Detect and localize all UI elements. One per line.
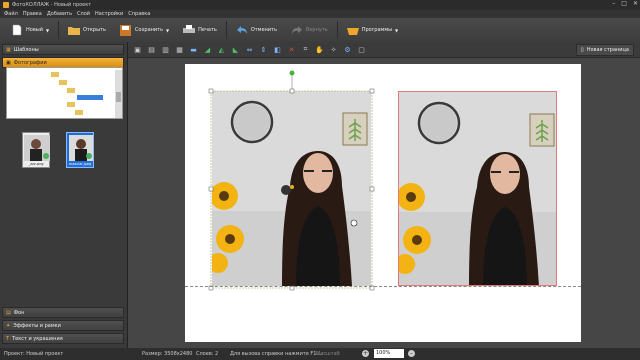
minimize-icon[interactable]: – [612,0,615,7]
photos-label: Фотографии [13,59,47,66]
photo-frame-right[interactable] [398,91,557,286]
backgrounds-header[interactable]: ▤ Фон [2,307,124,318]
folder-tree[interactable] [6,67,123,119]
mirror-icon[interactable]: ◧ [272,44,283,55]
status-size: Размер: 3508x2480 [142,351,193,357]
backgrounds-icon: ▤ [6,309,11,316]
collage-page[interactable] [185,64,581,342]
new-page-button[interactable]: ▯ Новая страница [575,44,634,56]
templates-label: Шаблоны [13,46,39,53]
save-icon [120,24,132,36]
effects-label: Эффекты и рамки [13,322,61,329]
photos-icon: ▣ [6,59,11,66]
triangle-right-icon[interactable]: ◣ [230,44,241,55]
edit-toolbar: ▣ ▤ ▥ ▦ ▬ ◢ ◭ ◣ ⇔ ⇕ ◧ ✕ ⌗ ✋ ✧ ⚙ ▢ ▯ Нова… [128,42,640,58]
layers-up-icon[interactable]: ▣ [132,44,143,55]
toolbar-divider [336,21,338,39]
window-title: ФотоКОЛЛАЖ - Новый проект [12,2,92,8]
text-icon: T [6,335,10,342]
programs-icon [346,24,359,36]
layer-front-icon[interactable]: ▥ [160,44,171,55]
print-button[interactable]: Печать [178,20,222,40]
crop-icon[interactable]: ⌗ [300,44,311,55]
open-button-label: Открыть [83,27,106,33]
print-button-label: Печать [198,27,217,33]
page-break-line [185,286,581,287]
redo-button[interactable]: Вернуть [286,20,333,40]
lock-icon[interactable]: ▢ [356,44,367,55]
status-bar: Проект: Новый проект Размер: 3508x2480 С… [0,348,640,360]
hand-icon[interactable]: ✋ [314,44,325,55]
text-label: Текст и украшения [12,335,63,342]
effects-icon: ✦ [6,322,11,329]
thumbnail-label: _zzz.png [28,162,44,166]
layers-down-icon[interactable]: ▤ [146,44,157,55]
close-icon[interactable]: ✕ [633,0,638,7]
app-icon [3,2,9,8]
undo-icon [236,24,248,36]
zoom-select[interactable]: 100% [374,349,404,358]
undo-button[interactable]: Отменить [231,20,282,40]
chevron-down-icon: ▼ [166,27,170,33]
layer-back-icon[interactable]: ▦ [174,44,185,55]
chevron-down-icon: ▼ [395,27,399,33]
redo-button-label: Вернуть [305,27,328,33]
toolbar-divider [225,21,227,39]
templates-icon: ▦ [6,46,11,53]
toolbar-divider [58,21,60,39]
backgrounds-label: Фон [13,309,25,316]
menu-layer[interactable]: Слой [77,11,90,17]
save-button[interactable]: Сохранить ▼ [115,20,174,40]
thumbnail-jpeg[interactable]: maxclar.jpeg [66,132,94,168]
flip-horizontal-icon[interactable]: ⇔ [244,44,255,55]
open-button[interactable]: Открыть [63,20,111,40]
menu-edit[interactable]: Правка [23,11,42,17]
programs-button[interactable]: Программы ▼ [342,20,403,40]
menu-file[interactable]: Файл [4,11,18,17]
status-hint: Для вызова справки нажмите F1... [230,351,322,357]
undo-button-label: Отменить [250,27,277,33]
templates-header[interactable]: ▦ Шаблоны [2,44,124,55]
menu-add[interactable]: Добавить [47,11,72,17]
thumbnail-png[interactable]: _zzz.png [22,132,50,168]
page-icon: ▯ [580,47,584,53]
menu-settings[interactable]: Настройки [95,11,123,17]
maximize-icon[interactable]: □ [621,0,627,7]
status-layers: Слоев: 2 [196,351,219,357]
redo-icon [291,24,303,36]
folder-tree-lines [51,70,122,118]
text-header[interactable]: T Текст и украшения [2,333,124,344]
new-button[interactable]: Новый ▼ [6,20,54,40]
printer-icon [183,24,196,36]
portrait-photo-right [399,92,556,285]
thumbnail-label: maxclar.jpeg [68,162,92,166]
save-button-label: Сохранить [134,27,164,33]
triangle-mid-icon[interactable]: ◭ [216,44,227,55]
menu-help[interactable]: Справка [128,11,150,17]
selection-handles[interactable] [207,68,377,292]
zoom-out-icon[interactable]: – [408,350,415,357]
effects-header[interactable]: ✦ Эффекты и рамки [2,320,124,331]
align-icon[interactable]: ▬ [188,44,199,55]
status-project: Проект: Новый проект [4,351,64,357]
new-button-label: Новый [26,27,43,33]
programs-button-label: Программы [361,27,393,33]
delete-icon[interactable]: ✕ [286,44,297,55]
main-toolbar: Новый ▼ Открыть Сохранить ▼ Печать Отмен… [0,18,640,42]
folder-icon [68,24,81,36]
menu-bar: Файл Правка Добавить Слой Настройки Спра… [0,10,640,18]
title-bar: ФотоКОЛЛАЖ - Новый проект – □ ✕ [0,0,640,10]
settings-icon[interactable]: ⚙ [342,44,353,55]
new-page-label: Новая страница [586,47,629,53]
new-file-icon [11,24,23,36]
magic-wand-icon[interactable]: ✧ [328,44,339,55]
chevron-down-icon: ▼ [45,27,50,33]
triangle-left-icon[interactable]: ◢ [202,44,213,55]
thumbnail-image [69,135,93,161]
thumbnail-image [24,135,50,161]
zoom-in-icon[interactable]: + [362,350,369,357]
fit-button[interactable]: Масштаб [316,351,340,357]
flip-vertical-icon[interactable]: ⇕ [258,44,269,55]
